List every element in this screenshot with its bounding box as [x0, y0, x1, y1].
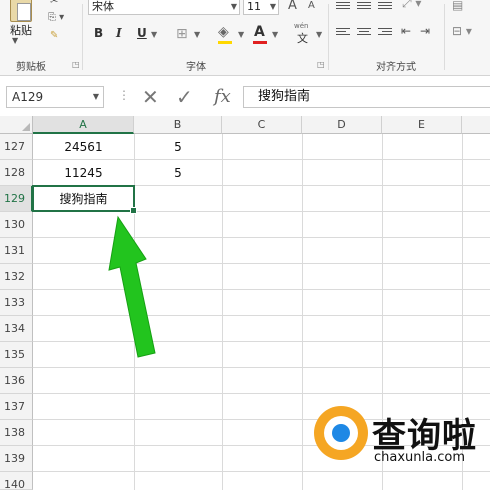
arrow-shape — [108, 215, 156, 358]
font-name-select[interactable]: 宋体 ▼ — [88, 0, 240, 15]
chevron-down-icon[interactable]: ▼ — [194, 30, 200, 39]
font-group-label: 字体 — [186, 62, 206, 73]
formula-bar-handle[interactable]: ⋮ — [118, 88, 130, 102]
decrease-indent-icon[interactable]: ⇤ — [401, 24, 411, 38]
orientation-icon[interactable]: ⤢ ▾ — [402, 0, 421, 11]
paste-icon[interactable] — [10, 0, 32, 22]
row-header[interactable]: 130 — [0, 212, 33, 238]
watermark-url: chaxunla.com — [374, 450, 465, 465]
bottom-align-icon[interactable] — [378, 2, 392, 12]
row-header[interactable]: 131 — [0, 238, 33, 264]
chevron-down-icon[interactable]: ▼ — [272, 30, 278, 39]
phonetic-char[interactable]: 文 — [297, 30, 308, 46]
grow-font-button[interactable]: A — [288, 0, 297, 13]
top-align-icon[interactable] — [336, 2, 350, 12]
select-all-corner[interactable] — [0, 116, 33, 134]
wrap-text-icon[interactable]: ▤ — [452, 0, 463, 12]
chevron-down-icon: ▼ — [269, 2, 276, 11]
row-header[interactable]: 135 — [0, 342, 33, 368]
cell-b128[interactable]: 5 — [134, 160, 222, 186]
align-center-icon[interactable] — [357, 28, 371, 38]
chevron-down-icon[interactable]: ▼ — [151, 30, 157, 39]
font-color-bar — [253, 41, 267, 44]
formula-bar: A129 ▼ ⋮ ✕ ✓ fx 搜狗指南 — [0, 84, 490, 110]
clipboard-launcher-icon[interactable]: ◳ — [72, 60, 80, 69]
insert-function-icon[interactable]: fx — [214, 86, 231, 107]
chevron-down-icon[interactable]: ▼ — [93, 87, 99, 107]
font-launcher-icon[interactable]: ◳ — [317, 60, 325, 69]
ribbon: 粘贴 ▼ ✂ ⎘ ▾ ✎ 剪贴板 ◳ 宋体 ▼ 11 ▼ A A B I U ▼… — [0, 0, 490, 76]
group-divider — [444, 4, 445, 70]
green-arrow-annotation — [108, 215, 156, 358]
font-name-value: 宋体 — [92, 0, 114, 13]
cell-b127[interactable]: 5 — [134, 134, 222, 160]
name-box[interactable]: A129 ▼ — [6, 86, 104, 108]
row-header-active[interactable]: 129 — [0, 186, 33, 212]
row-header[interactable]: 136 — [0, 368, 33, 394]
column-header-a[interactable]: A — [33, 116, 134, 134]
chevron-down-icon[interactable]: ▼ — [316, 30, 322, 39]
font-color-icon[interactable]: A — [254, 24, 265, 40]
row-header[interactable]: 138 — [0, 420, 33, 446]
copy-icon[interactable]: ⎘ ▾ — [48, 12, 64, 23]
borders-icon[interactable]: ⊞ — [176, 26, 188, 42]
row-header[interactable]: 134 — [0, 316, 33, 342]
group-divider — [82, 4, 83, 70]
watermark-logo-icon — [314, 406, 368, 460]
row-header[interactable]: 128 — [0, 160, 33, 186]
font-size-select[interactable]: 11 ▼ — [243, 0, 279, 15]
chevron-down-icon: ▼ — [230, 2, 237, 11]
gridline — [33, 393, 490, 394]
gridline — [222, 134, 223, 490]
gridline — [33, 367, 490, 368]
row-header[interactable]: 133 — [0, 290, 33, 316]
column-header-f[interactable] — [462, 116, 490, 134]
cut-icon[interactable]: ✂ — [50, 0, 58, 7]
row-header[interactable]: 139 — [0, 446, 33, 472]
row-header[interactable]: 132 — [0, 264, 33, 290]
group-divider — [328, 4, 329, 70]
align-left-icon[interactable] — [336, 28, 350, 38]
fill-color-bar — [218, 41, 232, 44]
format-painter-icon[interactable]: ✎ — [50, 30, 58, 41]
cancel-icon[interactable]: ✕ — [142, 85, 159, 109]
enter-icon[interactable]: ✓ — [176, 85, 193, 109]
phonetic-top[interactable]: wén — [294, 22, 308, 30]
italic-button[interactable]: I — [116, 26, 122, 40]
increase-indent-icon[interactable]: ⇥ — [420, 24, 430, 38]
name-box-value: A129 — [12, 90, 44, 104]
column-header-b[interactable]: B — [134, 116, 222, 134]
cell-a127[interactable]: 24561 — [33, 134, 134, 160]
row-header[interactable]: 137 — [0, 394, 33, 420]
gridline — [33, 471, 490, 472]
column-header-d[interactable]: D — [302, 116, 382, 134]
shrink-font-button[interactable]: A — [308, 0, 315, 11]
column-header-e[interactable]: E — [382, 116, 462, 134]
formula-input[interactable]: 搜狗指南 — [243, 86, 490, 108]
row-header[interactable]: 140 — [0, 472, 33, 490]
middle-align-icon[interactable] — [357, 2, 371, 12]
paste-dropdown-icon[interactable]: ▼ — [12, 36, 18, 45]
font-size-value: 11 — [247, 0, 261, 13]
align-right-icon[interactable] — [378, 28, 392, 38]
cell-a128[interactable]: 11245 — [33, 160, 134, 186]
alignment-group-label: 对齐方式 — [376, 62, 416, 73]
merge-center-icon[interactable]: ⊟ ▾ — [452, 24, 472, 38]
row-header[interactable]: 127 — [0, 134, 33, 160]
bold-button[interactable]: B — [94, 26, 103, 40]
fill-color-icon[interactable]: ◈ — [218, 24, 229, 40]
active-cell-selection[interactable] — [32, 185, 137, 214]
chevron-down-icon[interactable]: ▼ — [238, 30, 244, 39]
gridline — [302, 134, 303, 490]
underline-button[interactable]: U — [137, 26, 147, 40]
clipboard-group-label: 剪贴板 — [16, 62, 46, 73]
column-header-c[interactable]: C — [222, 116, 302, 134]
